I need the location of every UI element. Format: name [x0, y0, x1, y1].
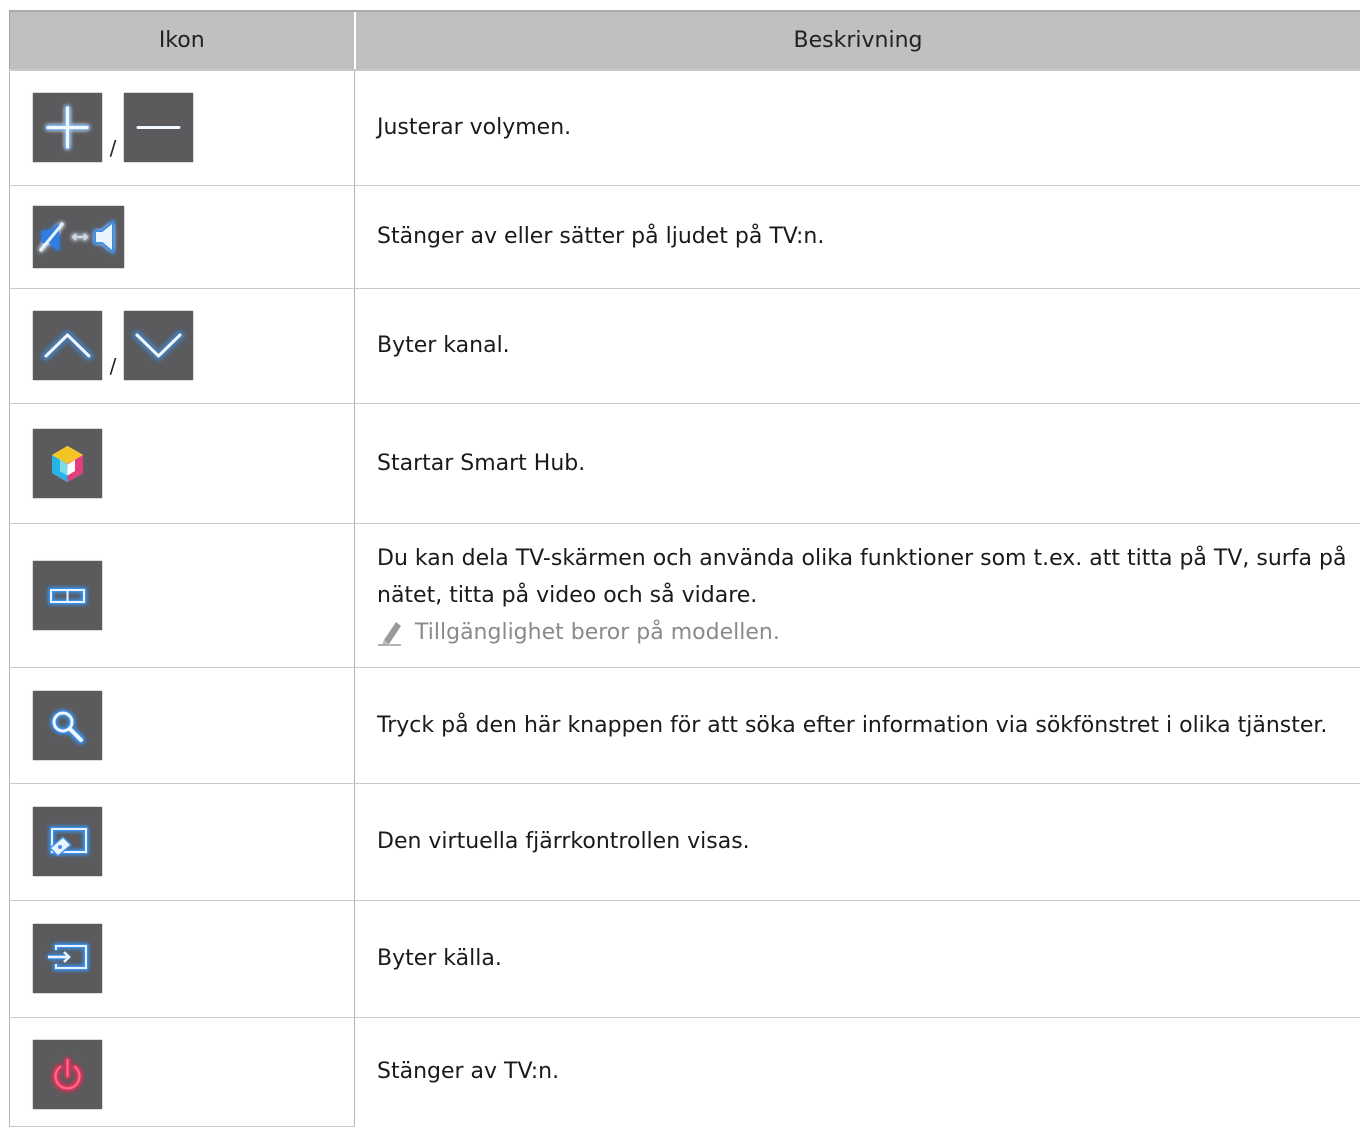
- icon-cell: /: [10, 70, 355, 185]
- virtual-remote-button[interactable]: [33, 807, 102, 876]
- description-cell: Byter källa.: [355, 900, 1360, 1017]
- availability-note: Tillgänglighet beror på modellen.: [377, 614, 1360, 651]
- search-button[interactable]: [33, 691, 102, 760]
- description-cell: Du kan dela TV-skärmen och använda olika…: [355, 523, 1360, 667]
- source-button[interactable]: [33, 924, 102, 993]
- channel-down-button[interactable]: [124, 311, 193, 380]
- icon-cell: [10, 523, 355, 667]
- description-cell: Den virtuella fjärrkontrollen visas.: [355, 783, 1360, 900]
- channel-up-button[interactable]: [33, 311, 102, 380]
- split-screen-icon: [33, 561, 102, 630]
- table-row: / Justerar volymen.: [10, 70, 1360, 185]
- icon-cell: [10, 185, 355, 288]
- description-cell: Stänger av eller sätter på ljudet på TV:…: [355, 185, 1360, 288]
- icon-cell: [10, 900, 355, 1017]
- description-text: Du kan dela TV-skärmen och använda olika…: [377, 540, 1360, 614]
- note-text: Tillgänglighet beror på modellen.: [415, 614, 780, 651]
- table-row: Stänger av TV:n.: [10, 1017, 1360, 1126]
- description-cell: Startar Smart Hub.: [355, 403, 1360, 523]
- table-row: / Byter kanal.: [10, 288, 1360, 403]
- minus-icon: [124, 93, 193, 162]
- mute-toggle-icon: [33, 206, 124, 268]
- table-row: Startar Smart Hub.: [10, 403, 1360, 523]
- icon-cell: [10, 403, 355, 523]
- table-row: Stänger av eller sätter på ljudet på TV:…: [10, 185, 1360, 288]
- separator: /: [102, 138, 124, 162]
- volume-up-button[interactable]: [33, 93, 102, 162]
- chevron-up-icon: [33, 311, 102, 380]
- icon-cell: [10, 667, 355, 783]
- icon-cell: /: [10, 288, 355, 403]
- search-icon: [33, 691, 102, 760]
- smart-hub-button[interactable]: [33, 429, 102, 498]
- table-row: Byter källa.: [10, 900, 1360, 1017]
- header-icon: Ikon: [10, 11, 355, 70]
- smart-hub-icon: [33, 429, 102, 498]
- description-cell: Tryck på den här knappen för att söka ef…: [355, 667, 1360, 783]
- virtual-remote-icon: [33, 807, 102, 876]
- description-cell: Justerar volymen.: [355, 70, 1360, 185]
- chevron-down-icon: [124, 311, 193, 380]
- mute-button[interactable]: [33, 206, 124, 268]
- description-cell: Byter kanal.: [355, 288, 1360, 403]
- separator: /: [102, 356, 124, 380]
- pencil-icon: [377, 618, 403, 646]
- table-row: Du kan dela TV-skärmen och använda olika…: [10, 523, 1360, 667]
- controls-table: Ikon Beskrivning: [9, 10, 1360, 1127]
- icon-cell: [10, 783, 355, 900]
- plus-icon: [33, 93, 102, 162]
- icon-cell: [10, 1017, 355, 1126]
- source-icon: [33, 924, 102, 993]
- description-cell: Stänger av TV:n.: [355, 1017, 1360, 1126]
- power-icon: [33, 1040, 102, 1109]
- table-row: Tryck på den här knappen för att söka ef…: [10, 667, 1360, 783]
- header-description: Beskrivning: [355, 11, 1360, 70]
- table-row: Den virtuella fjärrkontrollen visas.: [10, 783, 1360, 900]
- split-screen-button[interactable]: [33, 561, 102, 630]
- volume-down-button[interactable]: [124, 93, 193, 162]
- power-button[interactable]: [33, 1040, 102, 1109]
- table-header-row: Ikon Beskrivning: [10, 11, 1360, 70]
